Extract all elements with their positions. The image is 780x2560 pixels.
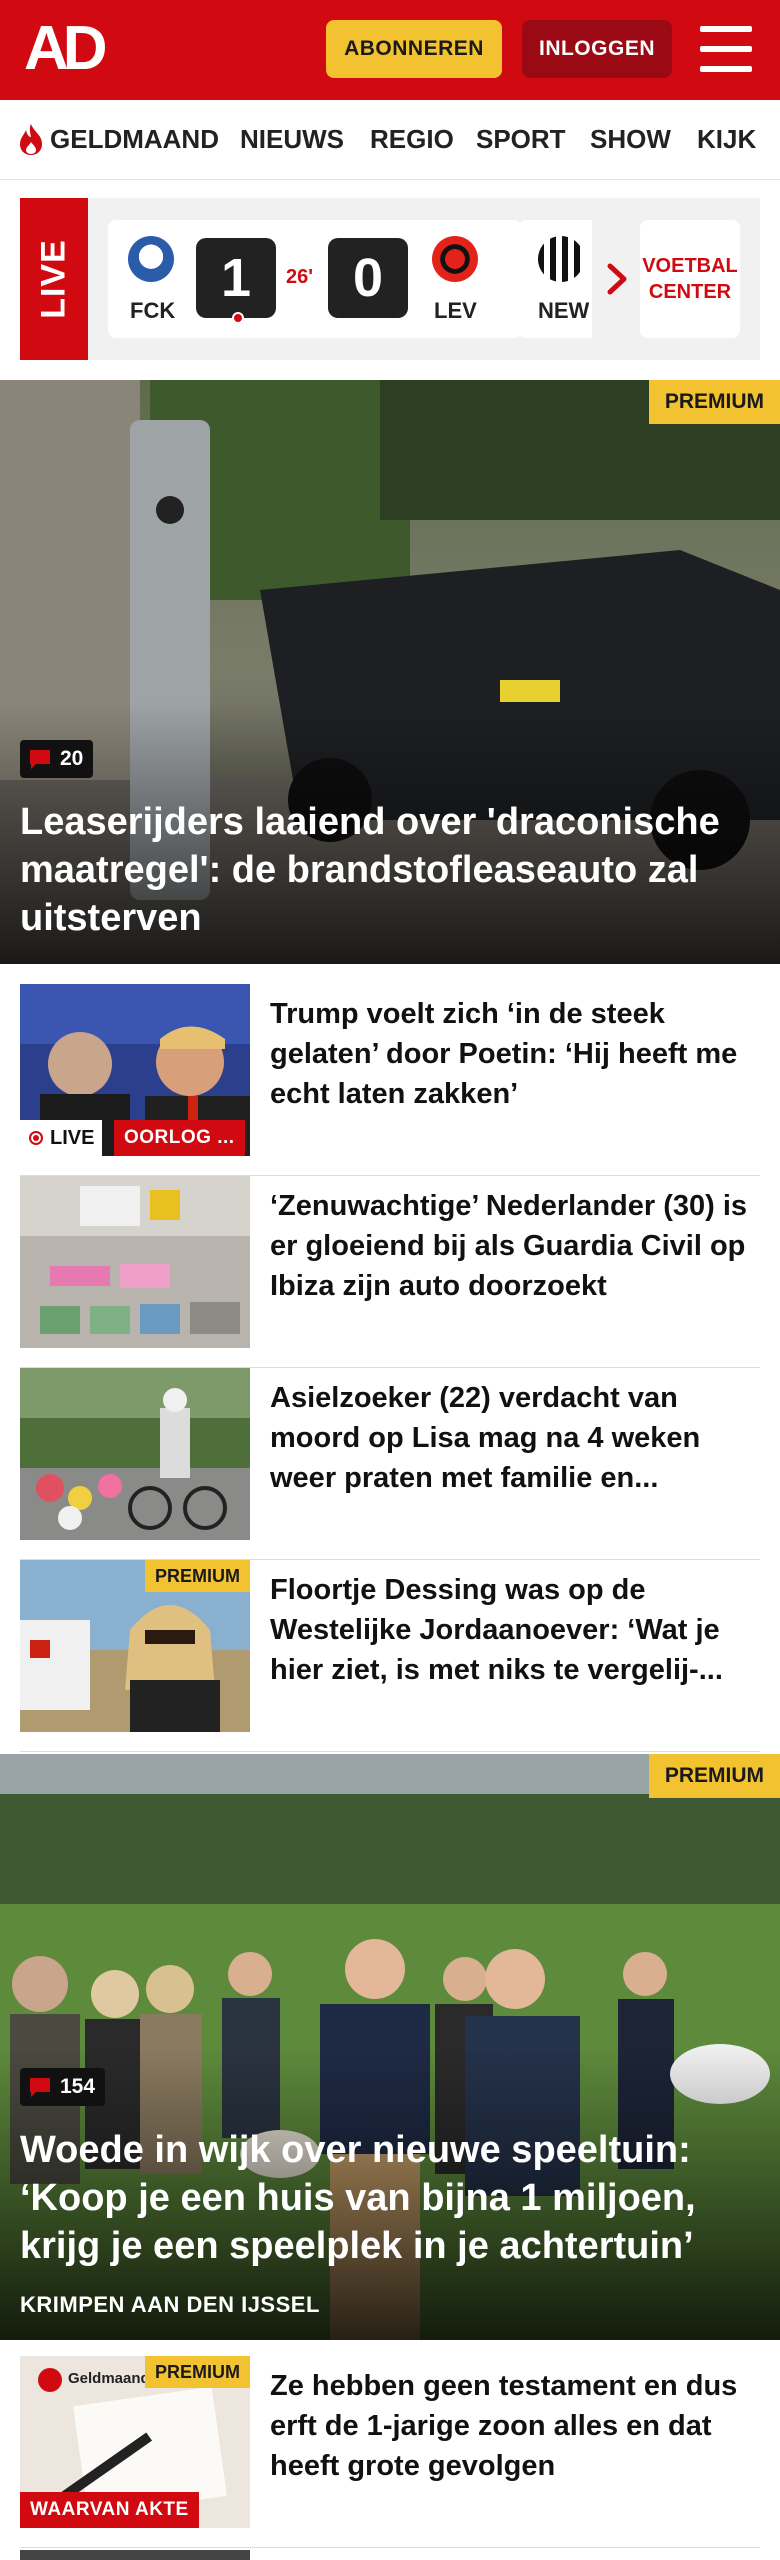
next-article-title[interactable]: [270, 2550, 740, 2560]
article-thumbnail: LIVE OORLOG ...: [20, 984, 250, 1156]
comment-count-value: 20: [60, 747, 84, 770]
article-thumbnail: [20, 1368, 250, 1540]
lev-crest-icon: [432, 236, 478, 282]
nav-item-geldmaand[interactable]: GELDMAAND: [50, 124, 219, 155]
list-item[interactable]: LIVE OORLOG ... Trump voelt zich ‘in de …: [20, 984, 760, 1176]
home-score: 1: [196, 238, 276, 318]
article-title[interactable]: ‘Zenuwachtige’ Nederlander (30) is er gl…: [270, 1186, 750, 1306]
geldmaand-thumb-label: Geldmaand: [68, 2370, 150, 2387]
login-button[interactable]: INLOGGEN: [522, 20, 672, 78]
location-label: KRIMPEN AAN DEN IJSSEL: [20, 2292, 320, 2317]
flame-icon: [20, 124, 42, 155]
home-team-code: FCK: [130, 298, 176, 323]
article-thumbnail: PREMIUM: [20, 1560, 250, 1732]
comment-icon: [30, 750, 50, 769]
live-scores-strip: LIVE FCK 1 26' 0 LEV NEW VOETBAL CENTER: [20, 198, 760, 360]
nav-item-nieuws[interactable]: NIEUWS: [240, 124, 344, 155]
ad-logo[interactable]: AD: [24, 18, 116, 80]
away-team-code: LEV: [434, 298, 477, 323]
hero-title[interactable]: Leaserijders laaiend over 'draconi­sche …: [20, 798, 760, 942]
comment-icon: [30, 2078, 50, 2097]
article-thumbnail: [20, 1176, 250, 1348]
comment-count[interactable]: 154: [20, 2068, 106, 2106]
live-tag: LIVE: [20, 1120, 103, 1156]
next-article-thumbnail: [20, 2550, 250, 2560]
list-item[interactable]: Geldmaand PREMIUM WAARVAN AKTE Ze hebben…: [20, 2356, 760, 2548]
premium-badge: PREMIUM: [145, 2356, 250, 2388]
live-dot-icon: [29, 1131, 43, 1145]
category-tag: OORLOG ...: [114, 1120, 245, 1156]
article-title[interactable]: Ze hebben geen testament en dus erft de …: [270, 2366, 750, 2486]
nav-item-sport[interactable]: SPORT: [476, 124, 566, 155]
live-tag-label: LIVE: [50, 1126, 95, 1149]
nav-item-kijk[interactable]: KIJK: [697, 124, 756, 155]
next-team-code: NEW: [538, 298, 590, 323]
premium-badge: PREMIUM: [648, 1754, 780, 1798]
live-match-card-next[interactable]: NEW: [518, 220, 592, 338]
live-indicator-dot: [232, 312, 244, 324]
nav-item-show[interactable]: SHOW: [590, 124, 671, 155]
away-score: 0: [328, 238, 408, 318]
article-thumbnail: Geldmaand PREMIUM WAARVAN AKTE: [20, 2356, 250, 2528]
fck-crest-icon: [128, 236, 174, 282]
hero-article[interactable]: PREMIUM 20 Leaserijders laaiend over 'dr…: [0, 380, 780, 964]
category-tag: WAARVAN AKTE: [20, 2492, 199, 2528]
subscribe-button[interactable]: ABONNEREN: [326, 20, 502, 78]
article-title[interactable]: Asielzoeker (22) verdacht van moord op L…: [270, 1378, 750, 1498]
top-bar: AD ABONNEREN INLOGGEN: [0, 0, 780, 100]
hero-article[interactable]: PREMIUM 154 Woede in wijk over nieuwe sp…: [0, 1754, 780, 2340]
comment-count[interactable]: 20: [20, 740, 94, 778]
list-item[interactable]: Asielzoeker (22) verdacht van moord op L…: [20, 1368, 760, 1560]
live-match-card[interactable]: FCK 1 26' 0 LEV: [108, 220, 522, 338]
list-item[interactable]: ‘Zenuwachtige’ Nederlander (30) is er gl…: [20, 1176, 760, 1368]
list-item[interactable]: PREMIUM Floortje Dessing was op de Weste…: [20, 1560, 760, 1752]
article-title[interactable]: Trump voelt zich ‘in de steek gelaten’ d…: [270, 994, 750, 1114]
article-title[interactable]: Floortje Dessing was op de Westelijke Jo…: [270, 1570, 750, 1690]
menu-icon[interactable]: [700, 26, 752, 72]
hero-title[interactable]: Woede in wijk over nieuwe speeltuin: ‘Ko…: [20, 2126, 760, 2270]
premium-badge: PREMIUM: [648, 380, 780, 424]
newcastle-crest-icon: [538, 236, 584, 282]
voetbal-center-link[interactable]: VOETBAL CENTER: [640, 220, 740, 338]
match-minute: 26': [286, 266, 314, 288]
premium-badge: PREMIUM: [145, 1560, 250, 1592]
chevron-right-icon[interactable]: [592, 220, 642, 338]
nav-item-regio[interactable]: REGIO: [370, 124, 454, 155]
main-nav: GELDMAAND NIEUWS REGIO SPORT SHOW KIJK: [0, 100, 780, 180]
live-label: LIVE: [20, 198, 88, 360]
comment-count-value: 154: [60, 2075, 96, 2098]
